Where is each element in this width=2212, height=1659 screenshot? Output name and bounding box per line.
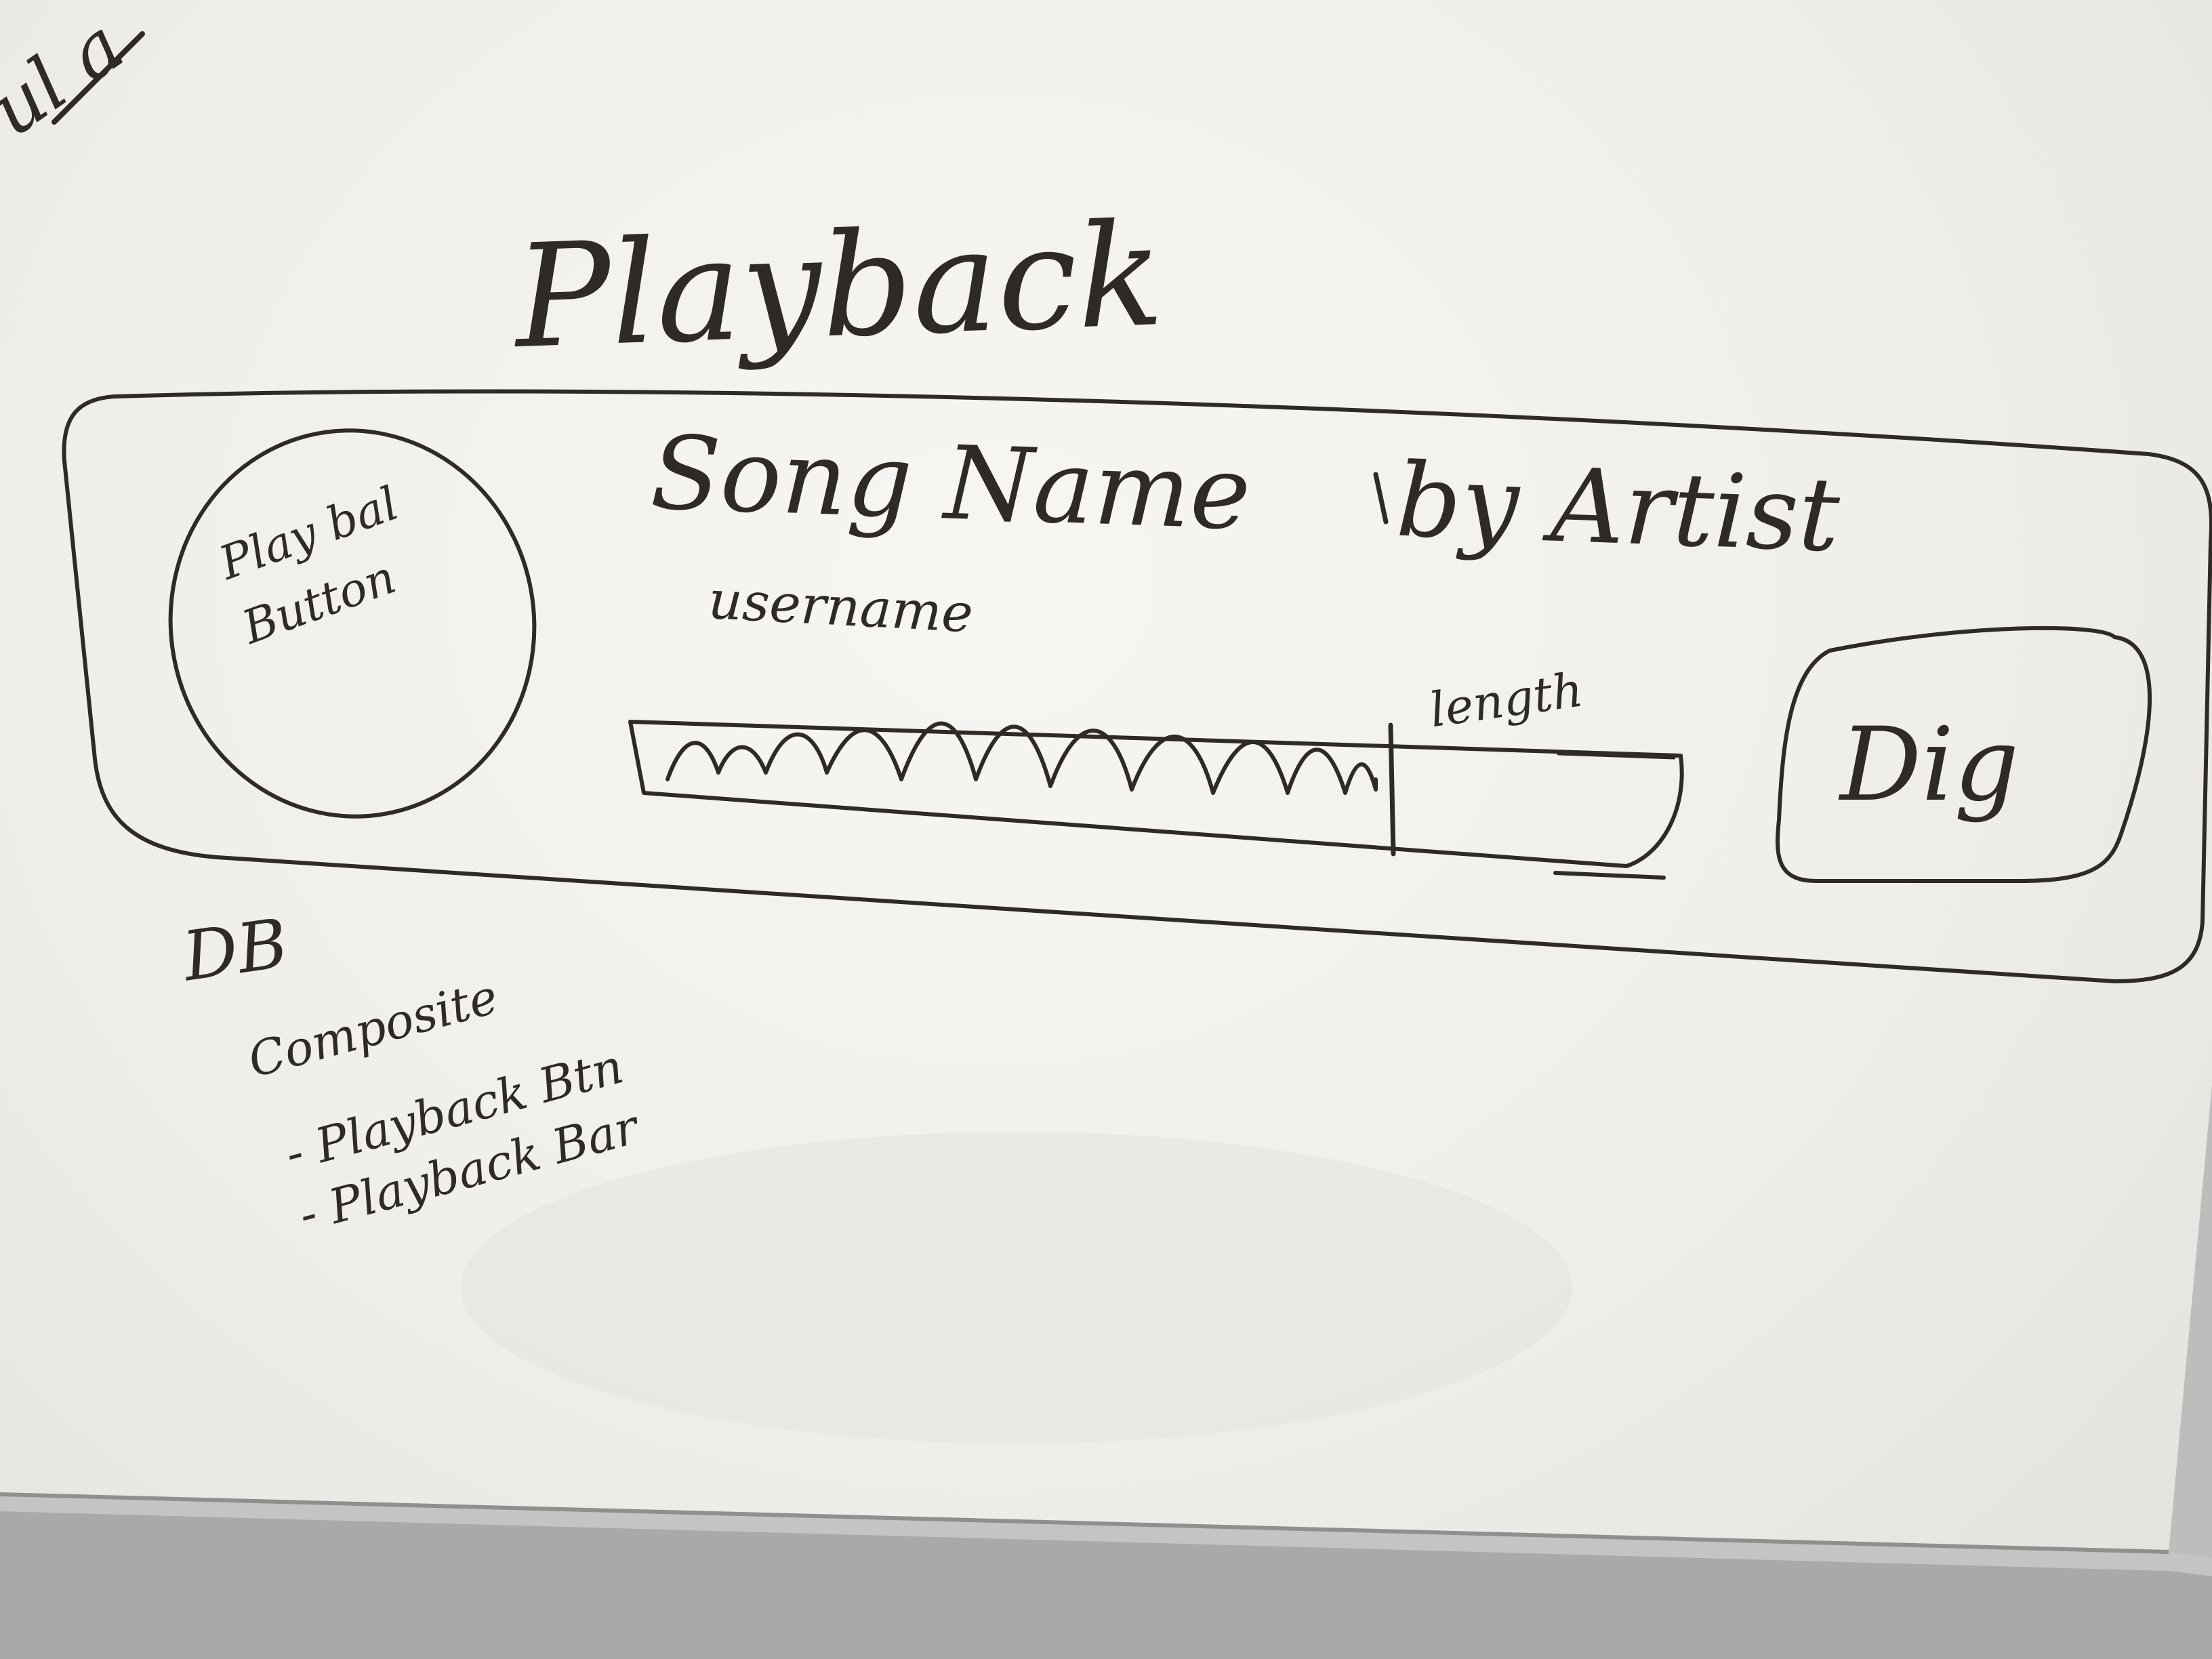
username-label: username — [707, 570, 975, 644]
component-notes: DB Composite - Playback Btn - Playback B… — [177, 903, 646, 1243]
artist-label: by Artist — [1395, 442, 1842, 575]
length-label: length — [1427, 661, 1586, 738]
note-composite: Composite — [243, 968, 504, 1088]
board-tray — [0, 1492, 2212, 1659]
diagram-title: Playback — [510, 192, 1166, 380]
playback-bar-underline — [1553, 871, 1666, 880]
dig-button-label: Dig — [1838, 706, 2019, 824]
playback-wireframe: ul a Playback Play bal Button Song Name … — [0, 2, 2212, 1659]
playback-progress-marker[interactable] — [1388, 722, 1396, 857]
note-db: DB — [177, 903, 292, 997]
song-name-label: Song Name — [649, 414, 1253, 553]
artist-separator — [1373, 472, 1389, 525]
eraser-smudge — [834, 1159, 1403, 1281]
play-button[interactable] — [146, 407, 559, 840]
playback-bar[interactable] — [628, 720, 1684, 880]
corner-fragment-text: ul a — [0, 2, 138, 153]
board-frame — [2169, 1084, 2212, 1559]
